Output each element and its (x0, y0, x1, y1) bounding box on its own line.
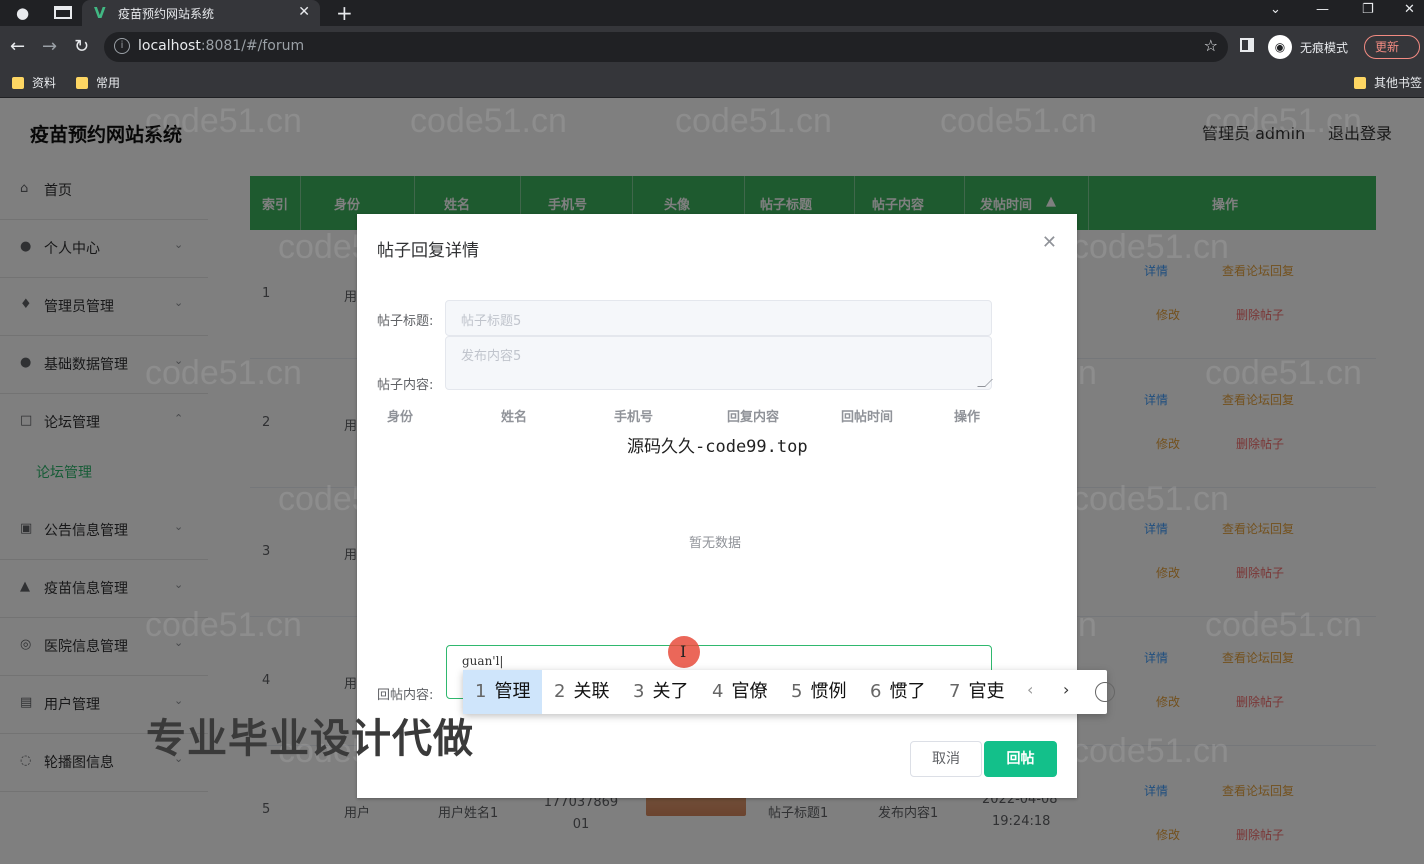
back-icon[interactable]: ← (10, 36, 25, 57)
empty-state-text: 暂无数据 (689, 536, 742, 551)
reply-column-header: 操作 (954, 410, 981, 425)
folder-icon (1354, 77, 1366, 89)
ime-candidate[interactable]: 2 关联 (554, 670, 609, 714)
ime-candidate-number: 3 (633, 681, 645, 702)
window-icon[interactable] (54, 6, 72, 19)
url-bar[interactable]: i localhost:8081/#/forum ☆ (104, 32, 1228, 62)
new-tab-icon[interactable]: + (336, 1, 353, 25)
ime-candidate[interactable]: 4 官僚 (712, 670, 767, 714)
resize-handle-icon[interactable] (977, 379, 993, 387)
post-title-value: 帖子标题5 (461, 314, 522, 329)
window-close-icon[interactable]: ✕ (1404, 2, 1415, 17)
post-content-value: 发布内容5 (461, 349, 522, 364)
incognito-icon: ◉ (1268, 35, 1292, 59)
url-text[interactable]: localhost:8081/#/forum (138, 38, 304, 54)
reply-content-value: guan'l| (462, 654, 504, 668)
bookmark-folder-1[interactable]: 资料 (12, 74, 56, 91)
reply-column-header: 姓名 (501, 410, 528, 425)
close-icon[interactable]: ✕ (1042, 232, 1057, 253)
minimize-icon[interactable]: — (1316, 2, 1329, 17)
reply-column-header: 回帖时间 (841, 410, 894, 425)
vue-logo-icon: V (94, 4, 106, 22)
forward-icon[interactable]: → (42, 36, 57, 57)
ime-candidate[interactable]: 1 管理 (463, 670, 542, 714)
ime-prev-page-icon[interactable]: ‹ (1027, 680, 1033, 699)
reply-column-header: 身份 (387, 410, 414, 425)
tab-search-icon[interactable]: ⌄ (1270, 2, 1281, 17)
cancel-label: 取消 (932, 751, 960, 767)
post-content-field: 发布内容5 (445, 336, 993, 390)
ime-candidate-number: 5 (791, 681, 803, 702)
reply-content-label: 回帖内容: (377, 688, 434, 703)
reply-column-header: 回复内容 (727, 410, 780, 425)
ime-emoji-icon[interactable] (1095, 682, 1115, 702)
ime-candidate-text: 官吏 (968, 681, 1005, 702)
ime-candidate-number: 1 (475, 681, 487, 702)
ime-candidate[interactable]: 5 惯例 (791, 670, 846, 714)
ime-candidate[interactable]: 7 官吏 (949, 670, 1004, 714)
ime-candidate-text: 关联 (573, 681, 610, 702)
bookmark-folder-2[interactable]: 常用 (76, 74, 120, 91)
folder-icon (12, 77, 24, 89)
globe-icon[interactable]: ● (16, 5, 32, 21)
ime-candidate-text: 关了 (652, 681, 689, 702)
ime-candidate[interactable]: 6 惯了 (870, 670, 925, 714)
ime-candidate-number: 2 (554, 681, 566, 702)
text-cursor-icon: I (680, 642, 687, 661)
bookmark-star-icon[interactable]: ☆ (1204, 36, 1218, 55)
submit-reply-button[interactable]: 回帖 (984, 741, 1057, 777)
bookmarks-bar: 资料 常用 其他书签 (0, 68, 1424, 98)
folder-icon (76, 77, 88, 89)
post-title-label: 帖子标题: (377, 314, 434, 329)
source-watermark-text: 源码久久-code99.top (627, 437, 808, 457)
bookmark-label: 常用 (96, 76, 121, 90)
ime-candidate[interactable]: 3 关了 (633, 670, 688, 714)
tab-close-icon[interactable]: ✕ (298, 4, 310, 20)
browser-tab-active[interactable]: V 疫苗预约网站系统 ✕ (82, 0, 320, 26)
incognito-label: 无痕模式 (1300, 41, 1349, 55)
ime-candidate-number: 6 (870, 681, 882, 702)
update-label: 更新 (1375, 40, 1400, 54)
tab-title: 疫苗预约网站系统 (118, 7, 215, 21)
promo-overlay-text: 专业毕业设计代做 (146, 716, 474, 762)
address-toolbar: ← → ↻ i localhost:8081/#/forum ☆ ◉ 无痕模式 … (0, 26, 1424, 68)
ime-candidate-text: 官僚 (731, 681, 768, 702)
site-info-icon[interactable]: i (114, 38, 130, 54)
reply-column-header: 手机号 (614, 410, 654, 425)
ime-candidate-bar: 1 管理 2 关联 3 关了 4 官僚 5 惯例 6 惯了 7 官吏 ‹ › (463, 670, 1115, 714)
ime-candidate-text: 管理 (494, 681, 531, 702)
update-button[interactable]: 更新 (1364, 35, 1420, 59)
post-content-label: 帖子内容: (377, 378, 434, 393)
browser-tab-bar: ● V 疫苗预约网站系统 ✕ + ⌄ — ❐ ✕ (0, 0, 1424, 26)
submit-label: 回帖 (1006, 751, 1035, 767)
url-path: :8081/#/forum (200, 38, 305, 54)
ime-next-page-icon[interactable]: › (1063, 680, 1069, 699)
reload-icon[interactable]: ↻ (74, 36, 89, 57)
ime-candidate-number: 4 (712, 681, 724, 702)
dialog-title: 帖子回复详情 (377, 241, 479, 261)
restore-icon[interactable]: ❐ (1362, 2, 1374, 17)
other-bookmarks-label: 其他书签 (1374, 76, 1423, 90)
ime-candidate-text: 惯例 (810, 681, 847, 702)
url-host: localhost (138, 38, 201, 54)
cancel-button[interactable]: 取消 (910, 741, 982, 777)
side-panel-icon[interactable] (1240, 38, 1254, 52)
ime-candidate-text: 惯了 (889, 681, 926, 702)
other-bookmarks[interactable]: 其他书签 (1354, 74, 1422, 91)
bookmark-label: 资料 (32, 76, 57, 90)
post-title-field: 帖子标题5 (445, 300, 992, 336)
ime-candidate-number: 7 (949, 681, 961, 702)
